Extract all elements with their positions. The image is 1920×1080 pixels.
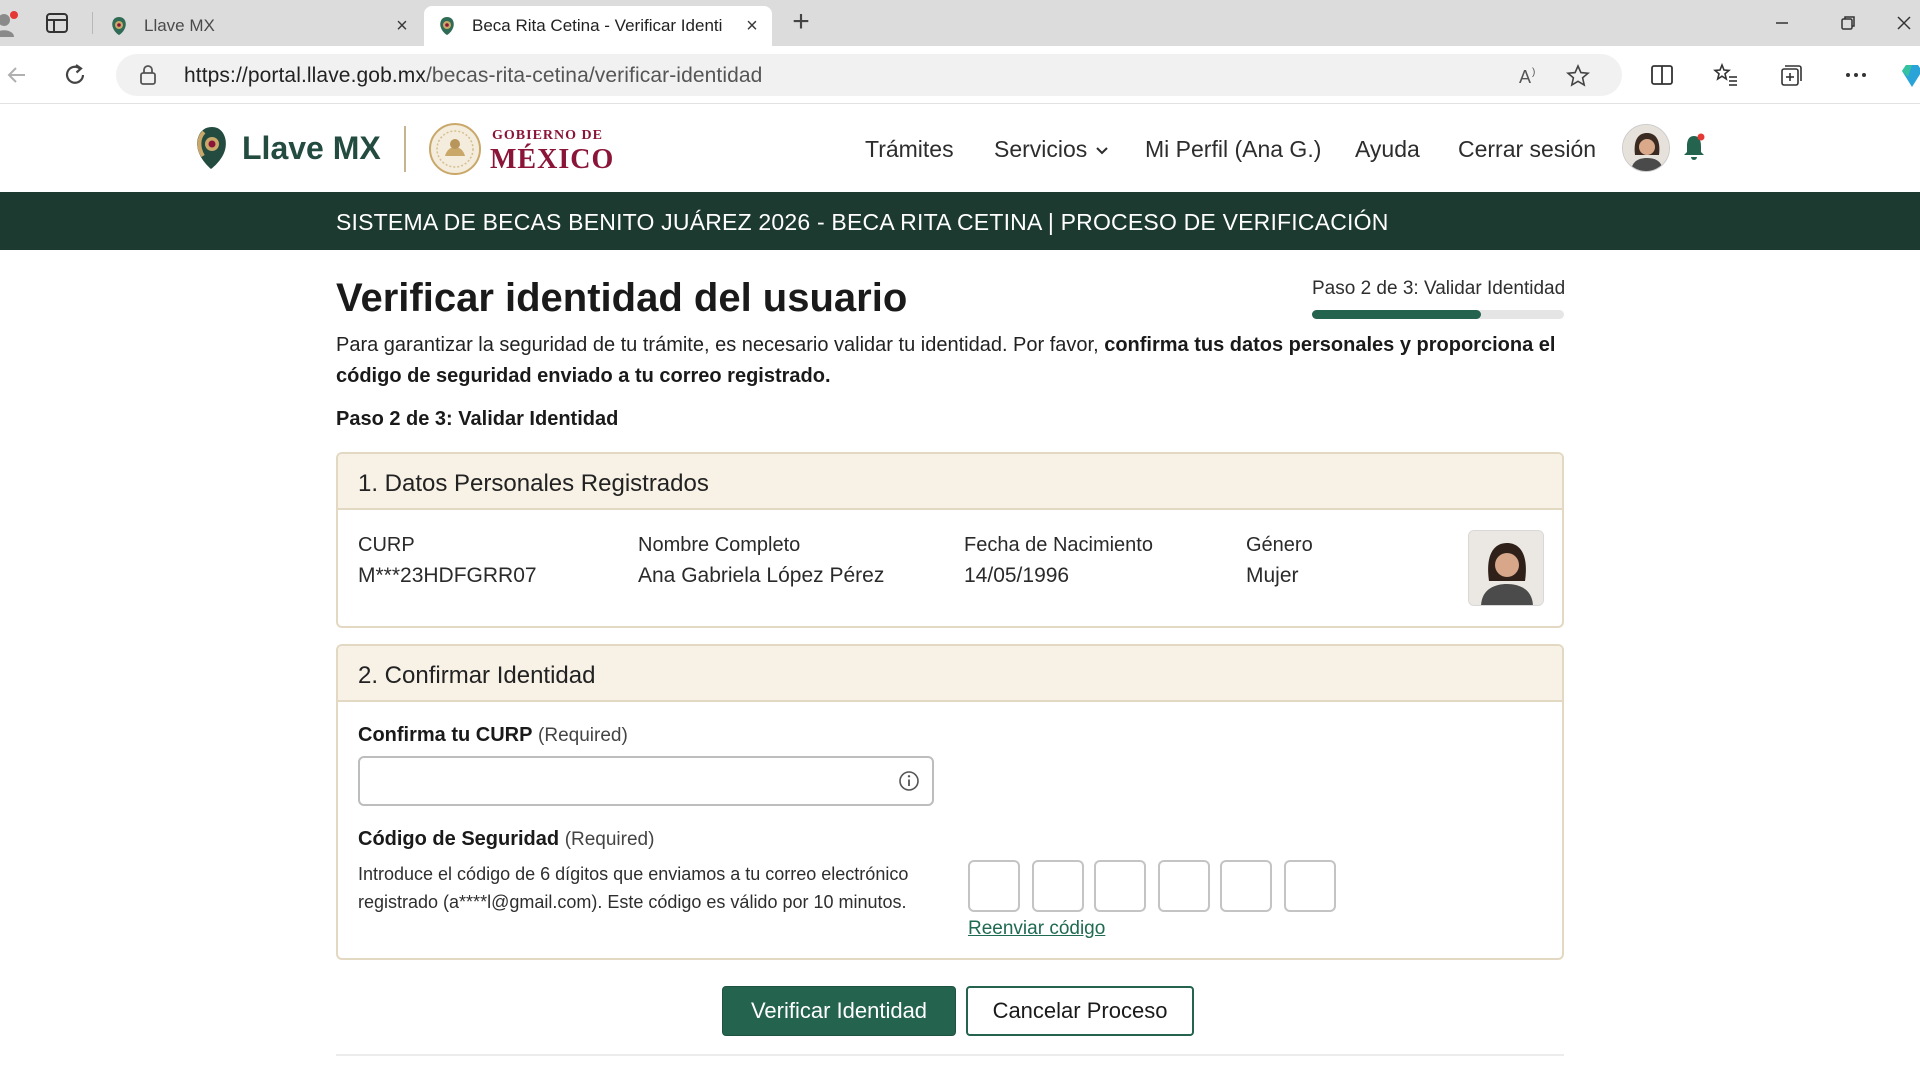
brand-name[interactable]: Llave MX <box>242 130 381 167</box>
header-divider <box>404 126 406 172</box>
card-title: 1. Datos Personales Registrados <box>358 470 709 497</box>
nombre-value: Ana Gabriela López Pérez <box>638 564 885 587</box>
security-code-label-text: Código de Seguridad <box>358 828 560 850</box>
new-tab-icon[interactable]: + <box>788 7 814 37</box>
split-screen-icon[interactable] <box>1648 61 1676 89</box>
nav-ayuda[interactable]: Ayuda <box>1355 136 1420 163</box>
verify-identity-button[interactable]: Verificar Identidad <box>722 986 956 1036</box>
more-menu-icon[interactable] <box>1842 61 1870 89</box>
browser-tab-bar: Llave MX × Beca Rita Cetina - Verificar … <box>0 0 1920 46</box>
gobierno-label: GOBIERNO DE <box>492 128 603 143</box>
intro-text-normal: Para garantizar la seguridad de tu trámi… <box>336 334 1105 356</box>
llave-favicon-icon <box>440 17 454 35</box>
curp-label: CURP <box>358 534 415 556</box>
system-banner: SISTEMA DE BECAS BENITO JUÁREZ 2026 - BE… <box>0 192 1920 250</box>
read-aloud-icon[interactable]: A) <box>1518 64 1544 88</box>
site-header: Llave MX GOBIERNO DE MÉXICO Trámites Ser… <box>0 104 1920 192</box>
banner-text: SISTEMA DE BECAS BENITO JUÁREZ 2026 - BE… <box>336 209 1389 235</box>
notification-bell-icon[interactable] <box>1680 132 1708 162</box>
intro-text: Para garantizar la seguridad de tu trámi… <box>336 330 1576 392</box>
otp-digit-6[interactable] <box>1284 860 1336 912</box>
svg-text:): ) <box>1532 67 1535 78</box>
close-tab-icon[interactable]: × <box>392 15 412 37</box>
otp-digit-5[interactable] <box>1220 860 1272 912</box>
personal-data-card: 1. Datos Personales Registrados CURP M**… <box>336 452 1564 628</box>
curp-value: M***23HDFGRR07 <box>358 564 537 587</box>
gobierno-seal-icon <box>428 122 482 176</box>
genero-label: Género <box>1246 534 1313 556</box>
genero-value: Mujer <box>1246 564 1299 587</box>
confirm-curp-label: Confirma tu CURP (Required) <box>358 724 628 747</box>
nav-servicios-label: Servicios <box>994 136 1088 162</box>
url-host: https://portal.llave.gob.mx <box>184 64 426 87</box>
info-icon[interactable] <box>898 770 920 792</box>
curp-input[interactable] <box>358 756 934 806</box>
card-title: 2. Confirmar Identidad <box>358 662 596 689</box>
llave-favicon-icon <box>112 17 126 35</box>
restore-icon[interactable] <box>1828 8 1868 38</box>
confirm-identity-card: 2. Confirmar Identidad Confirma tu CURP … <box>336 644 1564 960</box>
llave-logo-icon[interactable] <box>190 124 232 172</box>
favorite-star-icon[interactable] <box>1566 64 1592 88</box>
nav-mi-perfil[interactable]: Mi Perfil (Ana G.) <box>1145 136 1321 163</box>
otp-digit-2[interactable] <box>1032 860 1084 912</box>
confirm-curp-label-text: Confirma tu CURP <box>358 724 533 746</box>
close-window-icon[interactable] <box>1884 8 1920 38</box>
close-tab-icon[interactable]: × <box>742 15 762 37</box>
svg-text:A: A <box>1519 67 1531 87</box>
progress-bar <box>1312 310 1564 319</box>
collections-icon[interactable] <box>1776 61 1804 89</box>
back-icon[interactable] <box>2 60 32 90</box>
nav-servicios[interactable]: Servicios <box>994 136 1109 163</box>
resend-code-link[interactable]: Reenviar código <box>968 918 1105 940</box>
chevron-down-icon <box>1096 147 1109 155</box>
page-title: Verificar identidad del usuario <box>336 276 908 320</box>
tab-beca-rita-cetina[interactable]: Beca Rita Cetina - Verificar Identi × <box>424 6 772 46</box>
copilot-icon[interactable] <box>1898 61 1920 89</box>
nav-cerrar-sesion[interactable]: Cerrar sesión <box>1458 136 1596 163</box>
tab-llave-mx[interactable]: Llave MX × <box>104 6 422 46</box>
step-label: Paso 2 de 3: Validar Identidad <box>336 408 619 430</box>
cancel-process-button[interactable]: Cancelar Proceso <box>966 986 1194 1036</box>
url-text: https://portal.llave.gob.mx/becas-rita-c… <box>184 64 762 88</box>
bottom-divider <box>336 1054 1564 1056</box>
security-code-label: Código de Seguridad (Required) <box>358 828 654 851</box>
tab-title: Beca Rita Cetina - Verificar Identi <box>472 16 723 35</box>
nav-tramites[interactable]: Trámites <box>865 136 954 163</box>
favorites-icon[interactable] <box>1712 61 1740 89</box>
otp-digit-3[interactable] <box>1094 860 1146 912</box>
avatar[interactable] <box>1622 124 1670 172</box>
tab-actions-icon[interactable] <box>44 11 70 35</box>
progress-fill <box>1312 310 1481 319</box>
otp-digit-1[interactable] <box>968 860 1020 912</box>
mexico-label: MÉXICO <box>490 144 615 175</box>
profile-icon[interactable] <box>0 9 20 37</box>
otp-digit-4[interactable] <box>1158 860 1210 912</box>
fecha-value: 14/05/1996 <box>964 564 1070 587</box>
step-indicator: Paso 2 de 3: Validar Identidad <box>1312 278 1566 299</box>
fecha-label: Fecha de Nacimiento <box>964 534 1153 556</box>
url-field[interactable]: https://portal.llave.gob.mx/becas-rita-c… <box>116 54 1622 96</box>
reload-icon[interactable] <box>60 60 90 90</box>
lock-icon[interactable] <box>138 64 158 86</box>
address-bar-row: https://portal.llave.gob.mx/becas-rita-c… <box>0 46 1920 104</box>
tab-separator <box>92 12 93 34</box>
security-code-help: Introduce el código de 6 dígitos que env… <box>358 864 909 912</box>
nombre-label: Nombre Completo <box>638 534 801 556</box>
minimize-icon[interactable] <box>1762 8 1802 38</box>
required-tag: (Required) <box>538 725 628 746</box>
url-path: /becas-rita-cetina/verificar-identidad <box>426 64 763 87</box>
required-tag: (Required) <box>564 829 655 850</box>
tab-title: Llave MX <box>144 16 215 35</box>
user-photo <box>1468 530 1544 606</box>
